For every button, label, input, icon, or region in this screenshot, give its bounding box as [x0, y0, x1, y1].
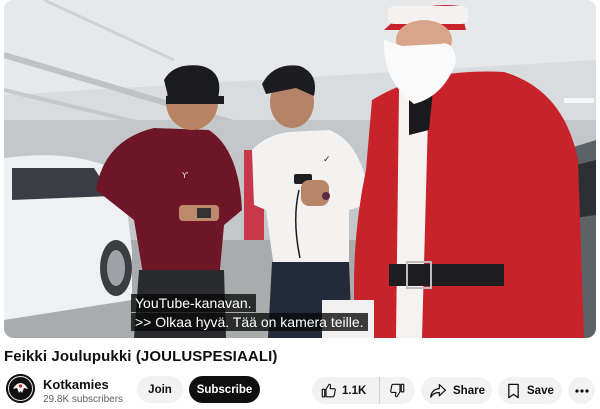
caption-line-1: YouTube-kanavan. [131, 294, 256, 312]
save-label: Save [527, 384, 554, 397]
join-button[interactable]: Join [137, 376, 183, 403]
thumbs-up-icon [321, 383, 336, 398]
video-frame: Ƴ ✓ [4, 0, 596, 338]
bookmark-icon [507, 383, 520, 399]
like-count: 1.1K [342, 384, 367, 397]
more-horizontal-icon [574, 388, 589, 393]
like-dislike-group: 1.1K [312, 377, 415, 404]
svg-text:✓: ✓ [323, 155, 331, 165]
more-actions-button[interactable] [568, 377, 595, 404]
caption-line-2: >> Olkaa hyvä. Tää on kamera teille. [131, 313, 368, 331]
share-button[interactable]: Share [421, 377, 492, 404]
share-label: Share [453, 384, 485, 397]
subscriber-count: 29.8K subscribers [43, 394, 124, 405]
channel-avatar[interactable] [6, 374, 35, 403]
save-button[interactable]: Save [498, 377, 562, 404]
dislike-button[interactable] [380, 377, 415, 404]
video-title: Feikki Joulupukki (JOULUSPESIAALI) [4, 348, 278, 365]
thumbs-down-icon [390, 383, 405, 398]
eagle-logo-icon [6, 374, 35, 403]
like-button[interactable]: 1.1K [312, 377, 380, 404]
video-player[interactable]: Ƴ ✓ YouTube-kanavan. >> Olkaa hyvä. Tää … [4, 0, 596, 338]
share-arrow-icon [430, 383, 446, 398]
subscribe-button[interactable]: Subscribe [189, 376, 260, 403]
captions: YouTube-kanavan. >> Olkaa hyvä. Tää on k… [131, 294, 368, 331]
svg-text:Ƴ: Ƴ [181, 171, 188, 180]
channel-name[interactable]: Kotkamies [43, 377, 109, 392]
